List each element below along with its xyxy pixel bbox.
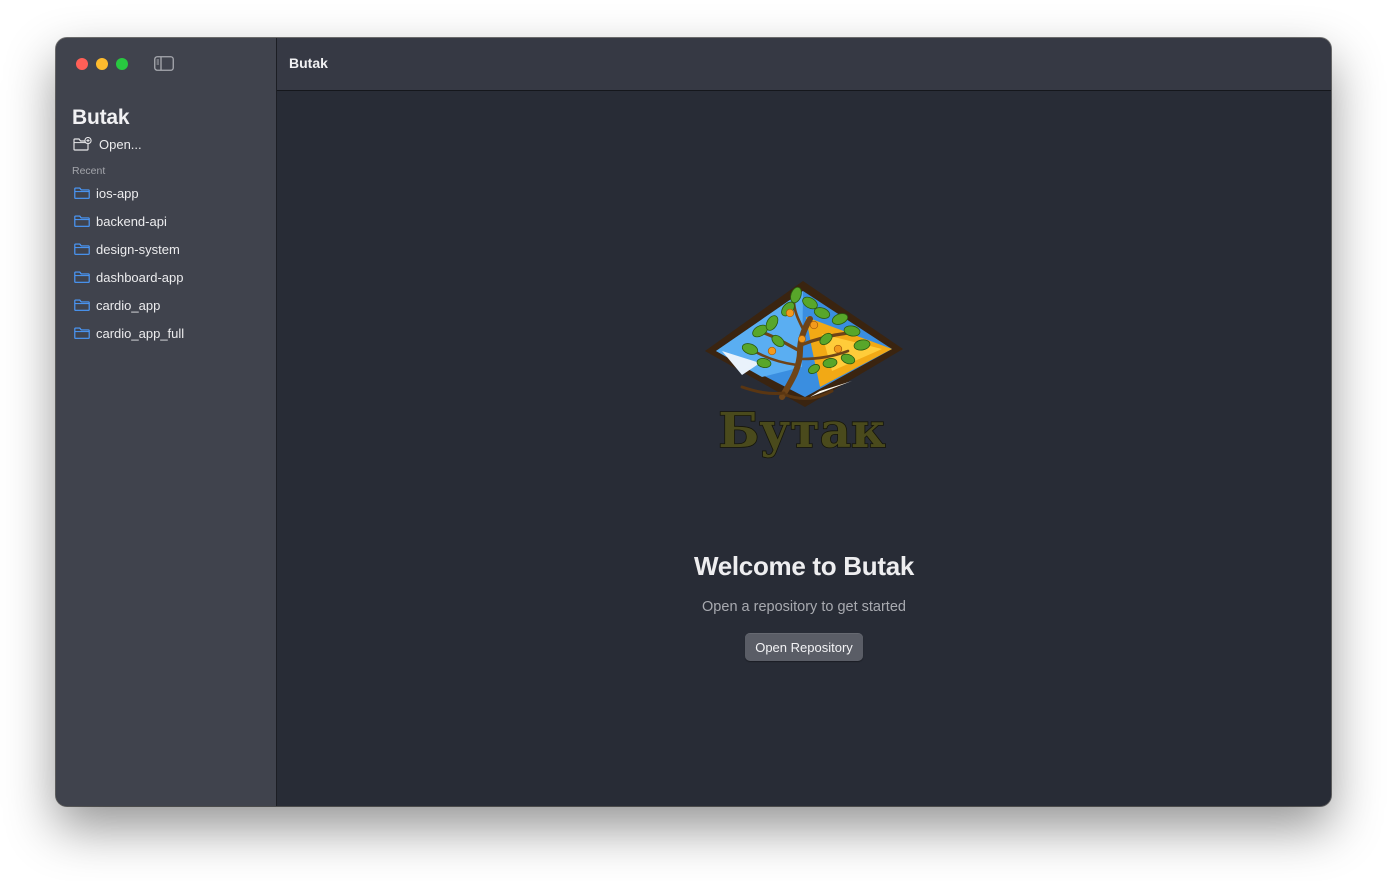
recent-list: ios-app backend-api design-system dashbo… (56, 179, 276, 347)
folder-icon (74, 243, 90, 255)
zoom-window-button[interactable] (116, 58, 128, 70)
recent-item-backend-api[interactable]: backend-api (56, 207, 276, 235)
logo-wordmark: Бутак (718, 403, 886, 459)
recent-item-design-system[interactable]: design-system (56, 235, 276, 263)
close-window-button[interactable] (76, 58, 88, 70)
welcome-title: Welcome to Butak (693, 551, 915, 581)
recent-item-cardio-app-full[interactable]: cardio_app_full (56, 319, 276, 347)
recent-section-label: Recent (72, 165, 106, 177)
folder-icon (74, 271, 90, 283)
recent-item-label: backend-api (96, 213, 167, 229)
recent-item-ios-app[interactable]: ios-app (56, 179, 276, 207)
sidebar-app-title: Butak (72, 106, 130, 129)
recent-item-label: design-system (96, 241, 180, 257)
minimize-window-button[interactable] (96, 58, 108, 70)
recent-item-label: cardio_app_full (96, 325, 185, 341)
app-window: Butak Open... Recent ios-app backend-api (56, 38, 1331, 806)
welcome-subtitle: Open a repository to get started (702, 599, 906, 615)
recent-item-dashboard-app[interactable]: dashboard-app (56, 263, 276, 291)
folder-icon (74, 187, 90, 199)
folder-icon (74, 327, 90, 339)
open-button[interactable]: Open... (73, 136, 142, 152)
folder-badge-plus-icon (73, 137, 92, 151)
toolbar-title: Butak (289, 55, 328, 71)
welcome-pane: Бутак Welcome to Butak Open a repository… (277, 91, 1331, 806)
toolbar: Butak (277, 38, 1331, 91)
folder-icon (74, 299, 90, 311)
recent-item-cardio-app[interactable]: cardio_app (56, 291, 276, 319)
recent-item-label: cardio_app (96, 297, 161, 313)
folder-icon (74, 215, 90, 227)
recent-item-label: ios-app (96, 185, 139, 201)
sidebar-toggle-icon[interactable] (154, 56, 174, 71)
butak-logo: Бутак (705, 281, 903, 460)
open-repository-button[interactable]: Open Repository (745, 633, 863, 661)
open-label: Open... (99, 136, 142, 152)
recent-item-label: dashboard-app (96, 269, 184, 285)
sidebar: Butak Open... Recent ios-app backend-api (56, 38, 277, 806)
